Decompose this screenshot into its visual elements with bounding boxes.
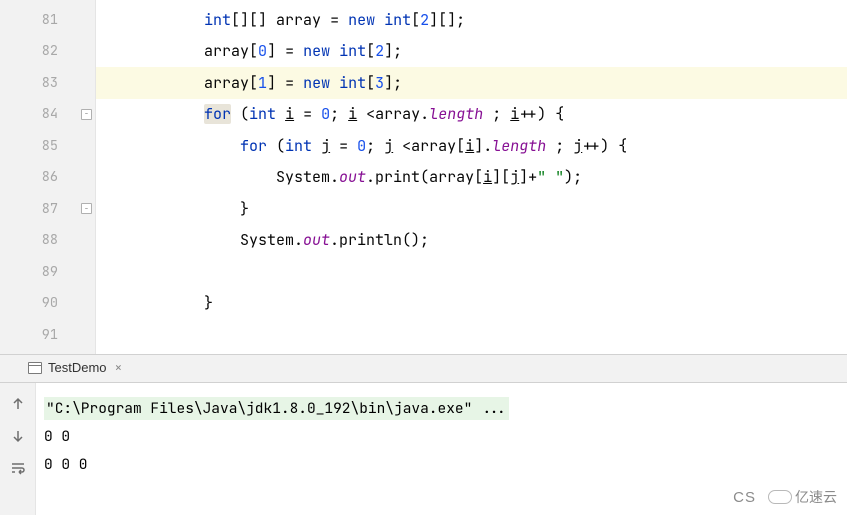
line-number: 88 bbox=[0, 231, 70, 249]
gutter-line[interactable]: 89 bbox=[0, 256, 95, 288]
close-tab-icon[interactable]: × bbox=[113, 359, 125, 376]
gutter-line[interactable]: 81 bbox=[0, 4, 95, 36]
editor-area: 81 82 83 84 85 86 87 88 89 90 91 int[][]… bbox=[0, 0, 847, 355]
output-line: 0 0 bbox=[44, 427, 70, 446]
console-tab[interactable]: TestDemo × bbox=[22, 355, 130, 382]
code-line-87[interactable]: } bbox=[96, 193, 847, 225]
line-number: 91 bbox=[0, 326, 70, 344]
line-number: 86 bbox=[0, 168, 70, 186]
command-line: "C:\Program Files\Java\jdk1.8.0_192\bin\… bbox=[44, 397, 509, 420]
console-output[interactable]: "C:\Program Files\Java\jdk1.8.0_192\bin\… bbox=[36, 383, 847, 515]
output-line: 0 0 0 bbox=[44, 455, 88, 474]
gutter-line[interactable]: 87 bbox=[0, 193, 95, 225]
line-number: 85 bbox=[0, 137, 70, 155]
fold-expand-icon[interactable] bbox=[81, 109, 92, 120]
console-tab-label: TestDemo bbox=[48, 360, 107, 375]
soft-wrap-icon[interactable] bbox=[9, 459, 27, 477]
code-line-89[interactable] bbox=[96, 256, 847, 288]
code-line-90[interactable]: } bbox=[96, 288, 847, 320]
console-toolbar bbox=[0, 383, 36, 515]
gutter-line[interactable]: 83 bbox=[0, 67, 95, 99]
code-line-82[interactable]: array[0] = new int[2]; bbox=[96, 36, 847, 68]
code-line-91[interactable] bbox=[96, 319, 847, 351]
console-body: "C:\Program Files\Java\jdk1.8.0_192\bin\… bbox=[0, 383, 847, 515]
code-line-84[interactable]: for (int i = 0; i <array.length ; i++) { bbox=[96, 99, 847, 131]
watermark-brand: 亿速云 bbox=[768, 487, 837, 507]
line-number: 82 bbox=[0, 42, 70, 60]
gutter-line[interactable]: 88 bbox=[0, 225, 95, 257]
console-tab-bar: TestDemo × bbox=[0, 355, 847, 383]
gutter-line[interactable]: 82 bbox=[0, 36, 95, 68]
watermark-cs: CS bbox=[733, 489, 756, 506]
run-config-icon bbox=[28, 362, 42, 374]
gutter-line[interactable]: 91 bbox=[0, 319, 95, 351]
line-number: 84 bbox=[0, 105, 70, 123]
line-number: 89 bbox=[0, 263, 70, 281]
line-number: 83 bbox=[0, 74, 70, 92]
watermark: CS 亿速云 bbox=[733, 487, 837, 507]
gutter-line[interactable]: 86 bbox=[0, 162, 95, 194]
gutter-line[interactable]: 90 bbox=[0, 288, 95, 320]
code-line-85[interactable]: for (int j = 0; j <array[i].length ; j++… bbox=[96, 130, 847, 162]
line-number: 81 bbox=[0, 11, 70, 29]
code-line-88[interactable]: System.out.println(); bbox=[96, 225, 847, 257]
gutter-line[interactable]: 84 bbox=[0, 99, 95, 131]
scroll-down-icon[interactable] bbox=[9, 427, 27, 445]
fold-collapse-icon[interactable] bbox=[81, 203, 92, 214]
code-line-81[interactable]: int[][] array = new int[2][]; bbox=[96, 4, 847, 36]
scroll-up-icon[interactable] bbox=[9, 395, 27, 413]
line-gutter: 81 82 83 84 85 86 87 88 89 90 91 bbox=[0, 0, 96, 354]
code-line-83[interactable]: array[1] = new int[3]; bbox=[96, 67, 847, 99]
line-number: 87 bbox=[0, 200, 70, 218]
code-line-86[interactable]: System.out.print(array[i][j]+" "); bbox=[96, 162, 847, 194]
gutter-line[interactable]: 85 bbox=[0, 130, 95, 162]
line-number: 90 bbox=[0, 294, 70, 312]
cloud-icon bbox=[768, 490, 792, 504]
code-area[interactable]: int[][] array = new int[2][]; array[0] =… bbox=[96, 0, 847, 354]
